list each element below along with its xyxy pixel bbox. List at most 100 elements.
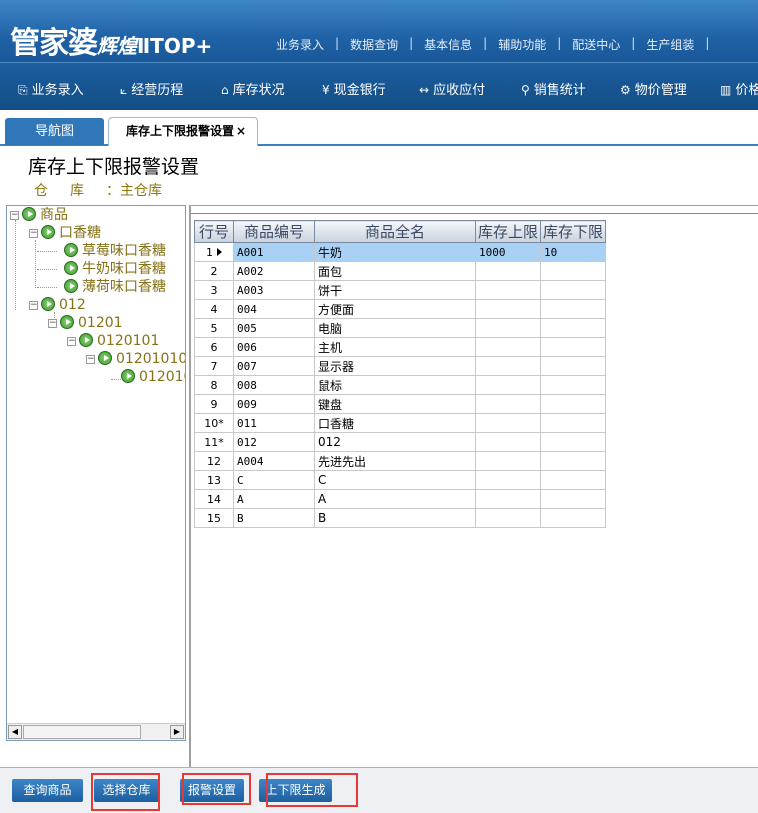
lower-limit-cell[interactable] (540, 356, 607, 376)
code-cell[interactable]: 012 (233, 432, 315, 452)
top-menu-item[interactable]: 业务录入 (272, 36, 328, 53)
top-menu-item[interactable]: 配送中心 (568, 36, 624, 53)
name-cell[interactable]: 键盘 (314, 394, 476, 414)
collapse-icon[interactable]: − (29, 301, 38, 310)
name-cell[interactable]: 电脑 (314, 318, 476, 338)
code-cell[interactable]: C (233, 470, 315, 490)
code-cell[interactable]: 006 (233, 337, 315, 357)
name-cell[interactable]: A (314, 489, 476, 509)
table-row[interactable]: 15 B B (194, 508, 607, 528)
lower-limit-cell[interactable] (540, 508, 607, 528)
nav-item-receivables[interactable]: ↔ 应收应付 (419, 79, 485, 98)
table-row[interactable]: 8 008 鼠标 (194, 375, 607, 395)
code-cell[interactable]: 004 (233, 299, 315, 319)
top-menu-item[interactable]: 辅助功能 (494, 36, 550, 53)
code-cell[interactable]: B (233, 508, 315, 528)
name-cell[interactable]: 显示器 (314, 356, 476, 376)
upper-limit-cell[interactable]: 1000 (474, 242, 542, 262)
lower-limit-cell[interactable] (540, 432, 607, 452)
table-row[interactable]: 3 A003 饼干 (194, 280, 607, 300)
top-menu-item[interactable]: 基本信息 (420, 36, 476, 53)
table-row[interactable]: 11* 012 012 (194, 432, 607, 452)
column-header-upper[interactable]: 库存上限 (474, 220, 542, 243)
code-cell[interactable]: A003 (233, 280, 315, 300)
nav-item-cash-bank[interactable]: ¥ 现金银行 (322, 79, 386, 98)
tab-navigation-map[interactable]: 导航图 (5, 118, 104, 145)
nav-item-business-entry[interactable]: ⎘ 业务录入 (18, 79, 84, 98)
table-row[interactable]: 9 009 键盘 (194, 394, 607, 414)
tree-node[interactable]: 草莓味口香糖 (64, 242, 166, 260)
scroll-left-icon[interactable]: ◀ (8, 725, 22, 739)
table-row[interactable]: 5 005 电脑 (194, 318, 607, 338)
nav-item-inventory[interactable]: ⌂ 库存状况 (221, 79, 285, 98)
upper-limit-cell[interactable] (474, 261, 542, 281)
lower-limit-cell[interactable] (540, 299, 607, 319)
table-row[interactable]: 10* 011 口香糖 (194, 413, 607, 433)
collapse-icon[interactable]: − (48, 319, 57, 328)
tree-node[interactable]: 牛奶味口香糖 (64, 260, 166, 278)
code-cell[interactable]: A001 (233, 242, 315, 262)
table-row[interactable]: 4 004 方便面 (194, 299, 607, 319)
upper-limit-cell[interactable] (474, 337, 542, 357)
code-cell[interactable]: 007 (233, 356, 315, 376)
name-cell[interactable]: 先进先出 (314, 451, 476, 471)
name-cell[interactable]: 主机 (314, 337, 476, 357)
tree-node[interactable]: − 口香糖 (29, 224, 101, 242)
tab-stock-alarm-settings[interactable]: 库存上下限报警设置 × (108, 117, 258, 146)
code-cell[interactable]: 005 (233, 318, 315, 338)
lower-limit-cell[interactable] (540, 489, 607, 509)
scroll-right-icon[interactable]: ▶ (170, 725, 184, 739)
collapse-icon[interactable]: − (10, 211, 19, 220)
lower-limit-cell[interactable] (540, 261, 607, 281)
tree-node[interactable]: −012 (29, 296, 86, 314)
tree-node[interactable]: −01201 (48, 314, 123, 332)
upper-limit-cell[interactable] (474, 489, 542, 509)
upper-limit-cell[interactable] (474, 299, 542, 319)
upper-limit-cell[interactable] (474, 394, 542, 414)
table-row[interactable]: 13 C C (194, 470, 607, 490)
tree-node[interactable]: −012010101 (86, 350, 185, 368)
tree-node[interactable]: −0120101 (67, 332, 159, 350)
upper-limit-cell[interactable] (474, 432, 542, 452)
lower-limit-cell[interactable] (540, 318, 607, 338)
code-cell[interactable]: 009 (233, 394, 315, 414)
table-row[interactable]: 6 006 主机 (194, 337, 607, 357)
name-cell[interactable]: C (314, 470, 476, 490)
code-cell[interactable]: 011 (233, 413, 315, 433)
tree-node[interactable]: 0120101010 (121, 368, 185, 386)
column-header-lower[interactable]: 库存下限 (540, 220, 607, 243)
tree-node[interactable]: − 商品 (10, 206, 68, 224)
name-cell[interactable]: 面包 (314, 261, 476, 281)
category-tree[interactable]: − 商品 − 口香糖 草莓味口香糖 牛奶味口香糖 薄荷味口香糖 −012 −0120… (6, 205, 186, 741)
lower-limit-cell[interactable]: 10 (540, 242, 607, 262)
code-cell[interactable]: A002 (233, 261, 315, 281)
collapse-icon[interactable]: − (29, 229, 38, 238)
tree-horizontal-scrollbar[interactable]: ◀ ▶ (7, 723, 185, 740)
nav-item-sales-stats[interactable]: ⚲ 销售统计 (521, 79, 586, 98)
nav-item-history[interactable]: ⟀ 经营历程 (120, 79, 183, 98)
query-products-button[interactable]: 查询商品 (12, 779, 83, 802)
table-row[interactable]: 14 A A (194, 489, 607, 509)
table-row[interactable]: 12 A004 先进先出 (194, 451, 607, 471)
name-cell[interactable]: 012 (314, 432, 476, 452)
lower-limit-cell[interactable] (540, 394, 607, 414)
upper-limit-cell[interactable] (474, 375, 542, 395)
name-cell[interactable]: 牛奶 (314, 242, 476, 262)
name-cell[interactable]: 方便面 (314, 299, 476, 319)
scroll-thumb[interactable] (23, 725, 141, 739)
name-cell[interactable]: 鼠标 (314, 375, 476, 395)
upper-limit-cell[interactable] (474, 413, 542, 433)
nav-item-price[interactable]: ▥ 价格 (720, 79, 758, 98)
column-header-code[interactable]: 商品编号 (233, 220, 315, 243)
lower-limit-cell[interactable] (540, 451, 607, 471)
name-cell[interactable]: 口香糖 (314, 413, 476, 433)
upper-limit-cell[interactable] (474, 470, 542, 490)
table-row[interactable]: 7 007 显示器 (194, 356, 607, 376)
collapse-icon[interactable]: − (86, 355, 95, 364)
code-cell[interactable]: 008 (233, 375, 315, 395)
column-header-row-no[interactable]: 行号 (194, 220, 234, 243)
upper-limit-cell[interactable] (474, 451, 542, 471)
lower-limit-cell[interactable] (540, 280, 607, 300)
lower-limit-cell[interactable] (540, 413, 607, 433)
name-cell[interactable]: 饼干 (314, 280, 476, 300)
